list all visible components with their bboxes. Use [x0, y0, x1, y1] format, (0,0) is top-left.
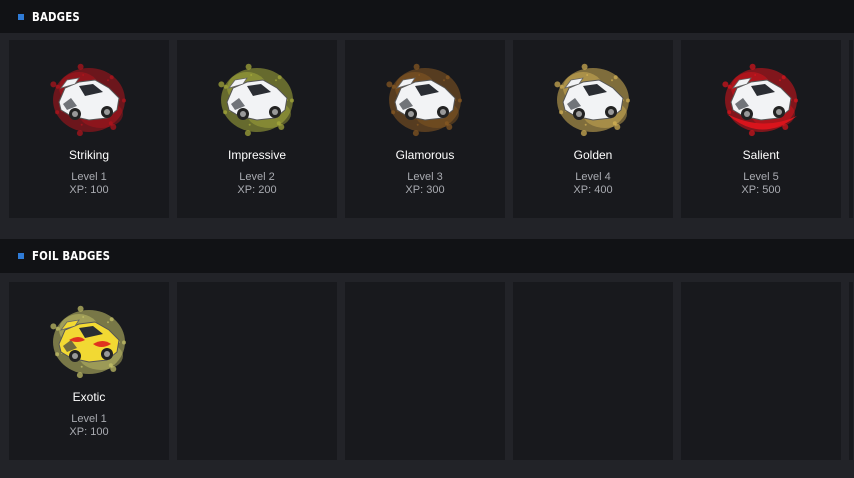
- foil-badge-xp: XP: 100: [69, 426, 109, 438]
- foil-badge-level: Level 1: [71, 413, 107, 425]
- badges-section-title: BADGES: [32, 9, 80, 24]
- foil-badges-row: Exotic Level 1 XP: 100: [9, 282, 853, 460]
- badges-row: Striking Level 1 XP: 100 Impressive Leve…: [9, 40, 853, 218]
- badge-name: Salient: [742, 148, 780, 162]
- badge-xp: XP: 300: [405, 184, 445, 196]
- badges-section-header: BADGES: [0, 0, 854, 33]
- badge-level: Level 3: [407, 171, 443, 183]
- badge-car-image: [721, 58, 801, 138]
- badge-name: Impressive: [227, 148, 286, 162]
- badge-car-image: [385, 58, 465, 138]
- badge-xp: XP: 200: [237, 184, 277, 196]
- badge-name: Golden: [573, 148, 613, 162]
- foil-badge-car-image: [49, 300, 129, 380]
- badge-card[interactable]: Golden Level 4 XP: 400: [513, 40, 673, 218]
- car-badge-golden-icon: [554, 63, 630, 137]
- car-badge-exotic-icon: [50, 305, 126, 379]
- badge-card[interactable]: Impressive Level 2 XP: 200: [177, 40, 337, 218]
- foil-badges-section-header: FOIL BADGES: [0, 239, 854, 273]
- badge-level: Level 1: [71, 171, 107, 183]
- badge-car-image: [217, 58, 297, 138]
- badge-xp: XP: 500: [741, 184, 781, 196]
- badge-xp: XP: 400: [573, 184, 613, 196]
- badge-level: Level 4: [575, 171, 611, 183]
- foil-badges-section-title: FOIL BADGES: [32, 249, 111, 263]
- badge-name: Glamorous: [395, 148, 455, 162]
- car-badge-salient-icon: [722, 63, 798, 137]
- badge-card[interactable]: Glamorous Level 3 XP: 300: [345, 40, 505, 218]
- badge-card[interactable]: Striking Level 1 XP: 100: [9, 40, 169, 218]
- badge-card-overflow: [849, 282, 853, 460]
- section-marker-icon: [18, 13, 24, 20]
- badge-card-overflow: [849, 40, 853, 218]
- foil-badge-card[interactable]: Exotic Level 1 XP: 100: [9, 282, 169, 460]
- car-badge-striking-icon: [50, 63, 126, 137]
- badge-name: Striking: [68, 148, 109, 162]
- empty-badge-slot: [513, 282, 673, 460]
- badge-car-image: [553, 58, 633, 138]
- section-marker-icon: [18, 253, 24, 259]
- empty-badge-slot: [177, 282, 337, 460]
- foil-badge-name: Exotic: [72, 390, 106, 404]
- car-badge-impressive-icon: [218, 63, 294, 137]
- empty-badge-slot: [345, 282, 505, 460]
- badge-level: Level 2: [239, 171, 275, 183]
- badge-xp: XP: 100: [69, 184, 109, 196]
- car-badge-glamorous-icon: [386, 63, 462, 137]
- badge-car-image: [49, 58, 129, 138]
- badge-level: Level 5: [743, 171, 779, 183]
- badge-card[interactable]: Salient Level 5 XP: 500: [681, 40, 841, 218]
- empty-badge-slot: [681, 282, 841, 460]
